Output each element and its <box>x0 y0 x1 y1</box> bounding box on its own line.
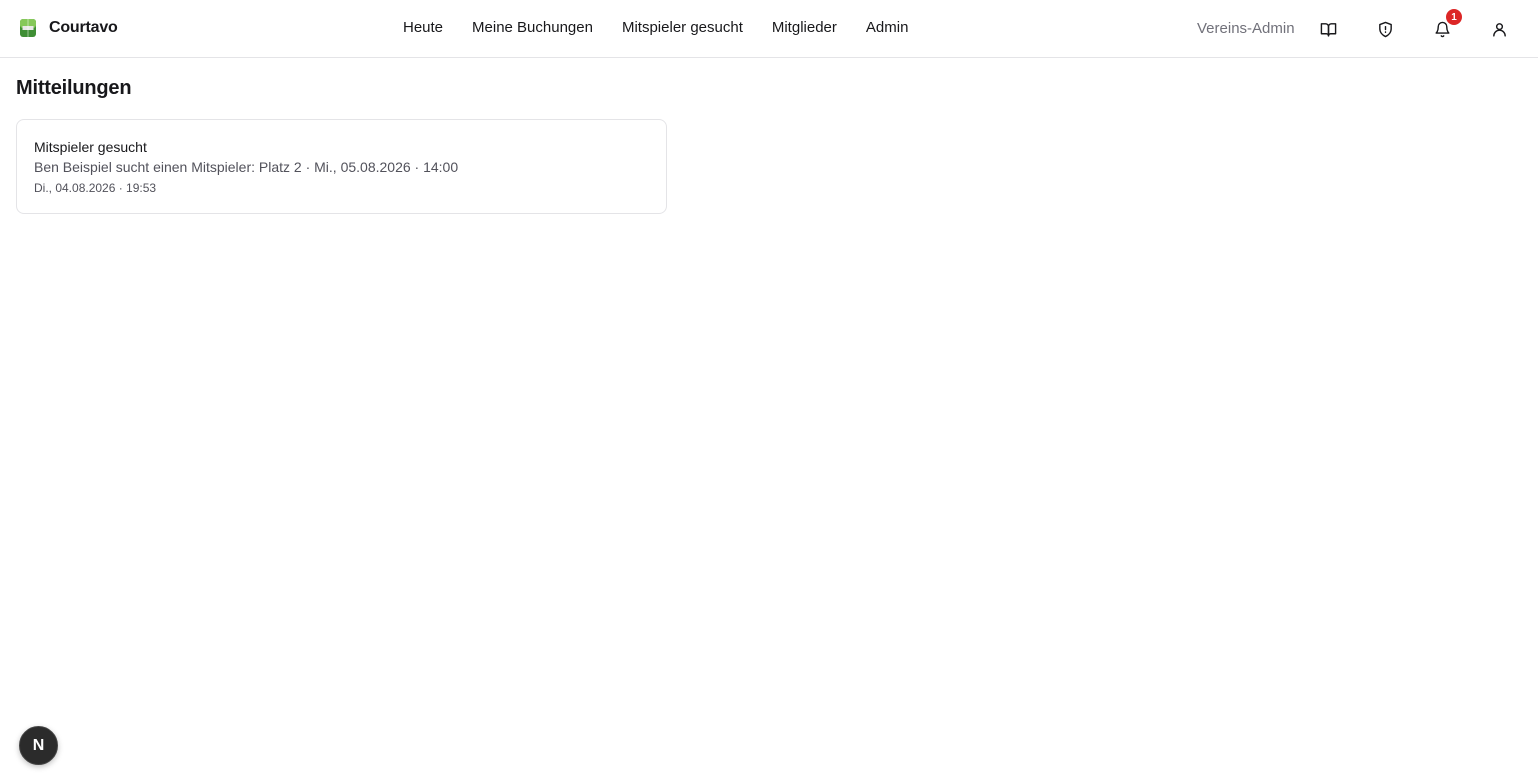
nav-item-mitglieder[interactable]: Mitglieder <box>772 19 837 36</box>
brand-name: Courtavo <box>49 19 118 36</box>
notification-title: Mitspieler gesucht <box>34 139 147 155</box>
notification-count-badge: 1 <box>1446 9 1462 25</box>
notification-body: Ben Beispiel sucht einen Mitspieler: Pla… <box>34 159 459 175</box>
notifications-button[interactable]: 1 <box>1428 9 1462 43</box>
top-navigation-bar: Courtavo Heute Meine Buchungen Mitspiele… <box>0 0 1538 58</box>
book-open-icon <box>1320 22 1336 37</box>
notification-timestamp: Di., 04.08.2026 · 19:53 <box>34 181 157 195</box>
notification-card[interactable]: Mitspieler gesucht Ben Beispiel sucht ei… <box>16 119 667 214</box>
nav-item-heute[interactable]: Heute <box>403 19 443 36</box>
main-nav: Heute Meine Buchungen Mitspieler gesucht… <box>403 19 908 36</box>
page-title: Mitteilungen <box>16 77 132 99</box>
tennis-court-icon <box>20 19 36 37</box>
brand[interactable]: Courtavo <box>19 18 118 38</box>
profile-button[interactable] <box>1485 15 1513 43</box>
nav-item-meine-buchungen[interactable]: Meine Buchungen <box>472 19 593 36</box>
privacy-button[interactable] <box>1371 15 1399 43</box>
guide-button[interactable] <box>1314 15 1342 43</box>
role-label: Vereins-Admin <box>1197 20 1295 37</box>
dev-tools-button[interactable]: N <box>19 726 58 765</box>
user-icon <box>1492 22 1506 37</box>
nav-item-admin[interactable]: Admin <box>866 19 909 36</box>
shield-icon <box>1378 21 1392 37</box>
nav-item-mitspieler-gesucht[interactable]: Mitspieler gesucht <box>622 19 743 36</box>
